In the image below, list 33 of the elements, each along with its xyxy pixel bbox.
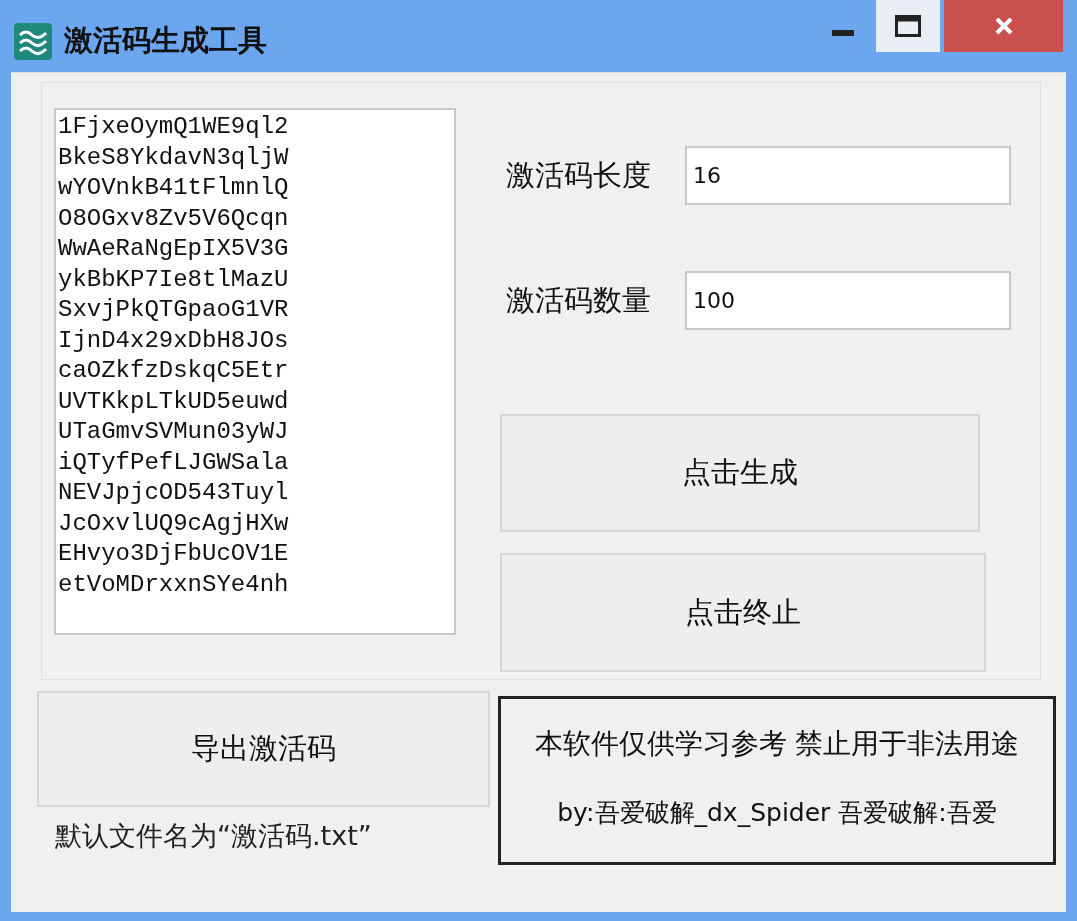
code-line: JcOxvlUQ9cAgjHXw [58,508,289,539]
code-line: SxvjPkQTGpaoG1VR [58,295,289,325]
code-line: UVTKkpLTkUD5euwd [58,386,289,417]
code-line: wYOVnkB41tFlmnlQ [58,173,289,203]
field-label: 激活码数量 [506,281,652,319]
maximize-button[interactable] [876,0,940,52]
code-line: BkeS8YkdavN3qljW [58,142,289,173]
window-title: 激活码生成工具 [64,22,267,58]
close-icon [993,16,1014,36]
code-line: WwAeRaNgEpIX5V3G [58,234,289,264]
app-icon [14,23,52,60]
code-line: EHvyo3DjFbUcOV1E [58,539,289,569]
notice-text: by:吾爱破解_dx_Spider 吾爱破解:吾爱 [557,797,997,829]
action-button[interactable]: 点击终止 [500,553,986,672]
code-line: O8OGxv8Zv5V6Qcqn [58,203,289,234]
field-label: 激活码长度 [506,156,652,194]
code-output-field[interactable] [54,108,456,635]
export-button[interactable]: 导出激活码 [37,691,490,807]
file-name-note: 默认文件名为“激活码.txt” [55,819,373,853]
action-button[interactable]: 点击生成 [500,414,980,532]
code-line: ykBbKP7Ie8tlMazU [58,264,289,295]
input-field[interactable]: 100 [685,271,1011,330]
code-line: 1FjxeOymQ1WE9ql2 [58,112,289,142]
maximize-icon [895,15,921,37]
code-line: UTaGmvSVMun03yWJ [58,417,289,447]
code-line: caOZkfzDskqC5Etr [58,356,289,386]
code-line: NEVJpjcOD543Tuyl [58,478,289,508]
input-field[interactable]: 16 [685,146,1011,205]
code-line: iQTyfPefLJGWSala [58,447,289,478]
code-line: etVoMDrxxnSYe4nh [58,569,289,600]
code-line: IjnD4x29xDbH8JOs [58,325,289,356]
minimize-icon [832,30,854,36]
notice-text: 本软件仅供学习参考 禁止用于非法用途 [534,727,1020,761]
